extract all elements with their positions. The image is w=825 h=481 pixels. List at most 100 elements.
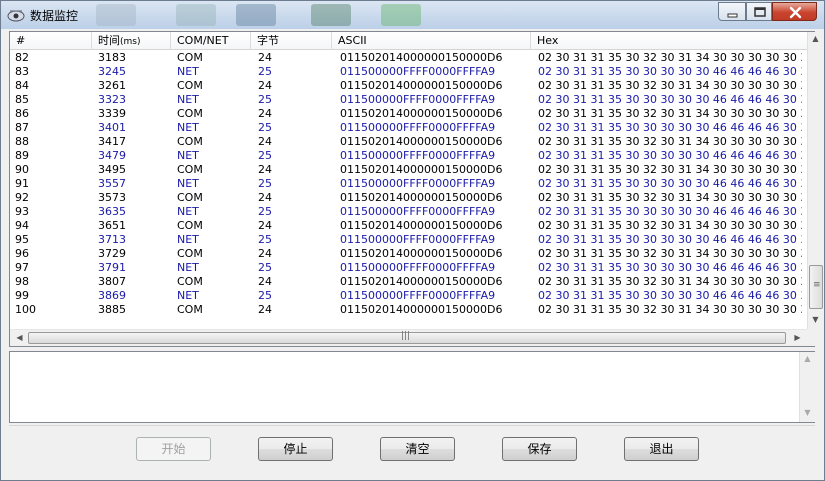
- cell-type: NET: [177, 205, 199, 218]
- table-row[interactable]: 83 3245 NET 25 011500000FFFF0000FFFFA9 02 30 …: [10, 65, 807, 79]
- cell-bytes: 24: [258, 163, 272, 176]
- table-row[interactable]: 98 3807 COM 24 011502014000000150000D6 02 30 …: [10, 275, 807, 289]
- cell-hex: 02 30 31 31 35 30 32 30 31 34 30 30 30 3…: [538, 247, 802, 260]
- scroll-left-arrow-icon[interactable]: ◀: [12, 333, 27, 342]
- cell-ascii: 011502014000000150000D6: [340, 191, 503, 204]
- title-bar-decoration: [381, 4, 421, 26]
- table-row[interactable]: 91 3557 NET 25 011500000FFFF0000FFFFA9 02 30 …: [10, 177, 807, 191]
- cell-hex: 02 30 31 31 35 30 30 30 30 30 46 46 46 4…: [538, 205, 802, 218]
- clear-button[interactable]: 清空: [380, 437, 455, 461]
- table-row[interactable]: 99 3869 NET 25 011500000FFFF0000FFFFA9 02 30 …: [10, 289, 807, 303]
- cell-time: 3245: [98, 65, 126, 78]
- table-row[interactable]: 100 3885 COM 24 011502014000000150000D6 02 30…: [10, 303, 807, 317]
- cell-hex: 02 30 31 31 35 30 32 30 31 34 30 30 30 3…: [538, 191, 802, 204]
- cell-bytes: 25: [258, 93, 272, 106]
- cell-hex: 02 30 31 31 35 30 32 30 31 34 30 30 30 3…: [538, 107, 802, 120]
- cell-bytes: 25: [258, 121, 272, 134]
- cell-time: 3573: [98, 191, 126, 204]
- scroll-right-arrow-icon[interactable]: ▶: [790, 333, 805, 342]
- horizontal-scrollbar[interactable]: ◀ ||| ▶: [10, 329, 807, 346]
- table-row[interactable]: 96 3729 COM 24 011502014000000150000D6 02 30 …: [10, 247, 807, 261]
- cell-time: 3261: [98, 79, 126, 92]
- column-header-label: ASCII: [338, 34, 367, 47]
- horizontal-scroll-thumb[interactable]: |||: [28, 331, 786, 344]
- vertical-scroll-thumb[interactable]: ≡: [809, 265, 823, 309]
- scroll-up-arrow-icon[interactable]: ▲: [800, 354, 815, 363]
- cell-num: 96: [15, 247, 29, 260]
- cell-type: COM: [177, 191, 203, 204]
- cell-ascii: 011500000FFFF0000FFFFA9: [340, 261, 496, 274]
- cell-bytes: 24: [258, 79, 272, 92]
- table-row[interactable]: 94 3651 COM 24 011502014000000150000D6 02 30 …: [10, 219, 807, 233]
- scroll-up-arrow-icon[interactable]: ▲: [808, 34, 823, 43]
- cell-time: 3651: [98, 219, 126, 232]
- cell-bytes: 24: [258, 219, 272, 232]
- start-button[interactable]: 开始: [136, 437, 211, 461]
- cell-type: COM: [177, 219, 203, 232]
- table-row[interactable]: 88 3417 COM 24 011502014000000150000D6 02 30 …: [10, 135, 807, 149]
- log-vertical-scrollbar[interactable]: ▲ ▼: [799, 352, 816, 422]
- column-header-bytes[interactable]: 字节: [251, 32, 332, 50]
- cell-bytes: 25: [258, 205, 272, 218]
- cell-ascii: 011502014000000150000D6: [340, 79, 503, 92]
- exit-button[interactable]: 退出: [624, 437, 699, 461]
- cell-ascii: 011502014000000150000D6: [340, 107, 503, 120]
- column-header-hex[interactable]: Hex: [531, 32, 807, 50]
- table-row[interactable]: 90 3495 COM 24 011502014000000150000D6 02 30 …: [10, 163, 807, 177]
- cell-bytes: 24: [258, 275, 272, 288]
- cell-num: 85: [15, 93, 29, 106]
- column-header-type[interactable]: COM/NET: [171, 32, 251, 50]
- minimize-button[interactable]: [718, 2, 746, 21]
- scroll-down-arrow-icon[interactable]: ▼: [808, 315, 823, 324]
- cell-type: COM: [177, 163, 203, 176]
- maximize-button[interactable]: [746, 2, 772, 21]
- data-list-view[interactable]: # 时间(ms) COM/NET 字节 ASCII Hex 82 3183 COM 2…: [9, 31, 824, 347]
- save-button[interactable]: 保存: [502, 437, 577, 461]
- table-row[interactable]: 95 3713 NET 25 011500000FFFF0000FFFFA9 02 30 …: [10, 233, 807, 247]
- table-row[interactable]: 87 3401 NET 25 011500000FFFF0000FFFFA9 02 30 …: [10, 121, 807, 135]
- cell-num: 100: [15, 303, 36, 316]
- table-row[interactable]: 92 3573 COM 24 011502014000000150000D6 02 30 …: [10, 191, 807, 205]
- cell-bytes: 24: [258, 107, 272, 120]
- column-header-label: #: [16, 34, 26, 47]
- table-row[interactable]: 86 3339 COM 24 011502014000000150000D6 02 30 …: [10, 107, 807, 121]
- cell-num: 82: [15, 51, 29, 64]
- cell-time: 3557: [98, 177, 126, 190]
- stop-button[interactable]: 停止: [258, 437, 333, 461]
- cell-ascii: 011502014000000150000D6: [340, 51, 503, 64]
- cell-num: 93: [15, 205, 29, 218]
- cell-type: NET: [177, 149, 199, 162]
- close-button[interactable]: [772, 2, 817, 21]
- table-row[interactable]: 97 3791 NET 25 011500000FFFF0000FFFFA9 02 30 …: [10, 261, 807, 275]
- cell-bytes: 24: [258, 303, 272, 316]
- table-row[interactable]: 93 3635 NET 25 011500000FFFF0000FFFFA9 02 30 …: [10, 205, 807, 219]
- cell-num: 84: [15, 79, 29, 92]
- cell-ascii: 011500000FFFF0000FFFFA9: [340, 233, 496, 246]
- cell-time: 3869: [98, 289, 126, 302]
- cell-hex: 02 30 31 31 35 30 30 30 30 30 46 46 46 4…: [538, 233, 802, 246]
- scroll-down-arrow-icon[interactable]: ▼: [800, 408, 815, 417]
- table-row[interactable]: 85 3323 NET 25 011500000FFFF0000FFFFA9 02 30 …: [10, 93, 807, 107]
- cell-time: 3791: [98, 261, 126, 274]
- cell-type: COM: [177, 275, 203, 288]
- table-row[interactable]: 82 3183 COM 24 011502014000000150000D6 02 30 …: [10, 51, 807, 65]
- cell-type: NET: [177, 121, 199, 134]
- cell-ascii: 011502014000000150000D6: [340, 219, 503, 232]
- cell-hex: 02 30 31 31 35 30 30 30 30 30 46 46 46 4…: [538, 65, 802, 78]
- cell-num: 97: [15, 261, 29, 274]
- table-row[interactable]: 84 3261 COM 24 011502014000000150000D6 02 30 …: [10, 79, 807, 93]
- cell-time: 3885: [98, 303, 126, 316]
- cell-ascii: 011500000FFFF0000FFFFA9: [340, 65, 496, 78]
- cell-num: 90: [15, 163, 29, 176]
- column-header-num[interactable]: #: [10, 32, 92, 50]
- table-row[interactable]: 89 3479 NET 25 011500000FFFF0000FFFFA9 02 30 …: [10, 149, 807, 163]
- cell-type: NET: [177, 233, 199, 246]
- vertical-scrollbar[interactable]: ▲ ≡ ▼: [807, 32, 824, 331]
- column-header-ascii[interactable]: ASCII: [332, 32, 531, 50]
- cell-ascii: 011502014000000150000D6: [340, 303, 503, 316]
- list-header: # 时间(ms) COM/NET 字节 ASCII Hex: [10, 32, 807, 50]
- cell-hex: 02 30 31 31 35 30 32 30 31 34 30 30 30 3…: [538, 135, 802, 148]
- title-bar[interactable]: 数据监控: [1, 1, 824, 29]
- log-textbox[interactable]: ▲ ▼: [9, 351, 816, 423]
- column-header-time[interactable]: 时间(ms): [92, 32, 171, 50]
